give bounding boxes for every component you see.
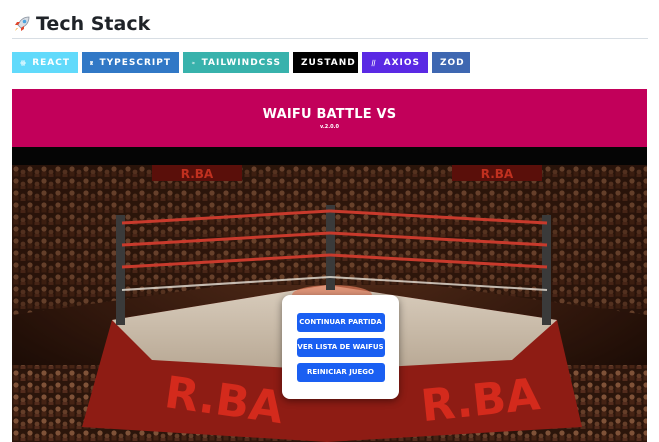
badge-zod[interactable]: ZOD — [432, 52, 470, 73]
badge-zustand[interactable]: ZUSTAND — [293, 52, 358, 73]
game-screenshot: WAIFU BATTLE VS v.2.0.0 R.BA R.BA R.BA R… — [12, 89, 647, 442]
svg-text:TS: TS — [90, 63, 93, 65]
badge-label: TAILWINDCSS — [201, 57, 281, 68]
game-title: WAIFU BATTLE VS — [262, 106, 397, 122]
banner-divider — [12, 147, 647, 165]
badge-label: TYPESCRIPT — [99, 57, 171, 68]
axios-icon — [371, 59, 376, 66]
badge-label: ZUSTAND — [301, 57, 356, 68]
badge-typescript[interactable]: TS TYPESCRIPT — [82, 52, 179, 73]
view-waifu-list-button[interactable]: VER LISTA DE WAIFUS — [296, 337, 385, 357]
badge-react[interactable]: REACT — [12, 52, 78, 73]
section-heading: Tech Stack — [12, 9, 648, 39]
svg-text:R.BA: R.BA — [181, 167, 214, 181]
game-version: v.2.0.0 — [320, 123, 339, 130]
badge-label: AXIOS — [383, 57, 420, 68]
rocket-icon — [15, 16, 30, 31]
badge-axios[interactable]: AXIOS — [362, 52, 428, 73]
continue-game-button[interactable]: CONTINUAR PARTIDA — [296, 312, 385, 332]
section-title: Tech Stack — [36, 12, 151, 35]
badge-tailwindcss[interactable]: TAILWINDCSS — [183, 52, 289, 73]
tailwind-icon — [191, 61, 195, 64]
tech-badges: REACT TS TYPESCRIPT TAILWINDCSS ZUSTAND … — [12, 52, 470, 73]
game-banner: WAIFU BATTLE VS v.2.0.0 — [12, 89, 647, 147]
svg-text:R.BA: R.BA — [481, 167, 514, 181]
typescript-icon: TS — [90, 60, 94, 65]
badge-label: REACT — [32, 57, 70, 68]
badge-label: ZOD — [440, 57, 465, 68]
react-icon — [20, 59, 27, 66]
restart-game-button[interactable]: REINICIAR JUEGO — [296, 362, 385, 382]
game-menu: CONTINUAR PARTIDA VER LISTA DE WAIFUS RE… — [282, 295, 399, 399]
